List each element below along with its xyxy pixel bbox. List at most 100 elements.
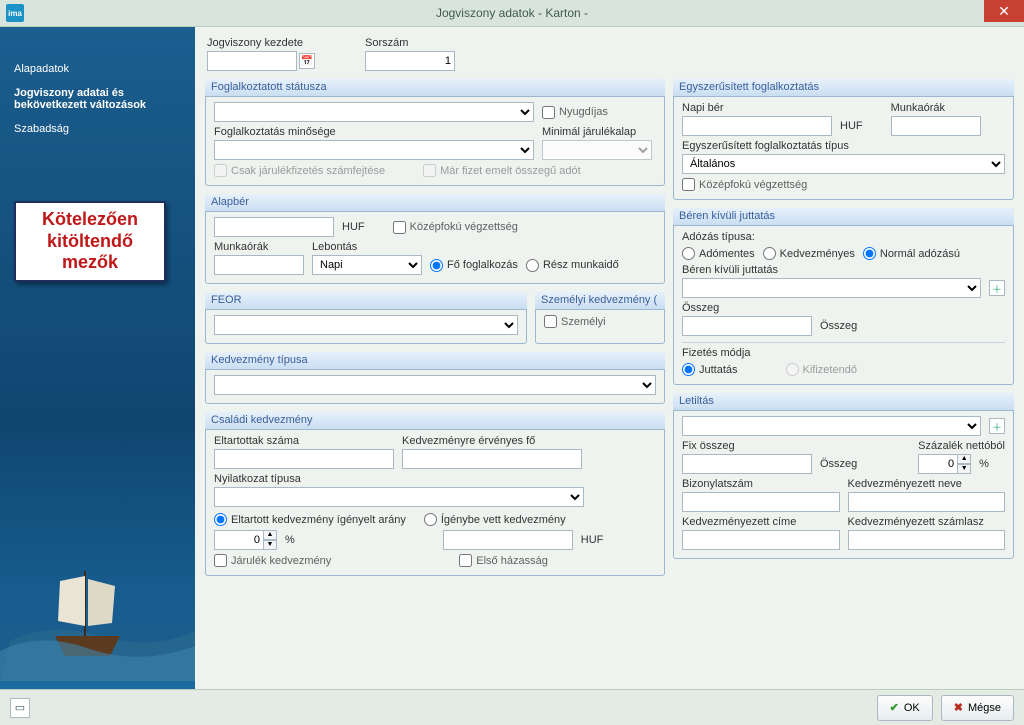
chk-label: Járulék kedvezmény	[231, 555, 331, 567]
label-kedv-neve: Kedvezményezett neve	[848, 478, 1006, 490]
radio-label: Rész munkaidő	[543, 259, 619, 271]
group-szemelyi-kedvezmeny: Személyi kedvezmény ( Személyi	[535, 292, 665, 344]
select-nyil-tipus[interactable]	[214, 487, 584, 507]
chk-label: Már fizet emelt összegű adót	[440, 165, 581, 177]
input-alapber[interactable]	[214, 217, 334, 237]
select-egysz-tipus[interactable]: Általános	[682, 154, 1005, 174]
group-title: Foglalkoztatott státusza	[205, 79, 665, 97]
cancel-icon: ✖	[954, 701, 963, 714]
label-fix-osszeg: Fix összeg	[682, 440, 857, 452]
chk-nyugdijas[interactable]	[542, 106, 555, 119]
label-egysz-tipus: Egyszerűsített foglalkoztatás típus	[682, 140, 1005, 152]
radio-adomentes[interactable]	[682, 247, 695, 260]
cancel-button[interactable]: ✖Mégse	[941, 695, 1014, 721]
radio-fo-foglalkozas[interactable]	[430, 259, 443, 272]
main-panel: Jogviszony kezdete 📅 Sorszám Foglalkozta…	[195, 27, 1024, 689]
label-kedv-cime: Kedvezményezett címe	[682, 516, 840, 528]
label-munkaorak: Munkaórák	[214, 241, 304, 253]
chk-szemelyi[interactable]	[544, 315, 557, 328]
add-icon[interactable]: ＋	[989, 280, 1005, 296]
label-adozas-tipusa: Adózás típusa:	[682, 231, 755, 243]
unit-osszeg: Összeg	[820, 320, 857, 332]
input-igeny-huf[interactable]	[443, 530, 573, 550]
group-feor: FEOR	[205, 292, 527, 344]
chk-mar-fizet[interactable]	[423, 164, 436, 177]
select-fog-minoseg[interactable]	[214, 140, 534, 160]
group-title: Letiltás	[673, 393, 1014, 411]
select-letiltas[interactable]	[682, 416, 981, 436]
add-icon[interactable]: ＋	[989, 418, 1005, 434]
sidebar-item-szabadsag[interactable]: Szabadság	[12, 117, 183, 141]
input-kedv-szamla[interactable]	[848, 530, 1006, 550]
radio-normal-adozasu[interactable]	[863, 247, 876, 260]
close-icon: ✕	[998, 3, 1010, 20]
select-lebontas[interactable]: Napi	[312, 255, 422, 275]
group-title: Egyszerűsített foglalkoztatás	[673, 79, 1014, 97]
select-kedv-tipus[interactable]	[214, 375, 656, 395]
input-kedv-cime[interactable]	[682, 530, 840, 550]
chk-label: Első házasság	[476, 555, 548, 567]
ok-button[interactable]: ✔OK	[877, 695, 933, 721]
radio-label: Ígénybe vett kedvezmény	[441, 514, 566, 526]
group-title: FEOR	[205, 292, 527, 310]
label-beren-juttatas: Béren kívüli juttatás	[682, 264, 1005, 276]
input-osszeg[interactable]	[682, 316, 812, 336]
input-napi-ber[interactable]	[682, 116, 832, 136]
app-icon: ima	[6, 4, 24, 22]
group-title: Személyi kedvezmény (	[535, 292, 665, 310]
label-eltartottak: Eltartottak száma	[214, 435, 394, 447]
input-jogviszony-kezdete[interactable]	[207, 51, 297, 71]
input-sorszam[interactable]	[365, 51, 455, 71]
input-eltartottak[interactable]	[214, 449, 394, 469]
spin-up[interactable]: ▲	[957, 454, 971, 464]
callout-mandatory-fields: Kötelezően kitöltendő mezők	[14, 201, 166, 282]
select-min-jarulek[interactable]	[542, 140, 652, 160]
callout-line: mezők	[20, 252, 160, 274]
select-statusz[interactable]	[214, 102, 534, 122]
input-munkaorak[interactable]	[214, 255, 304, 275]
chk-jarulek-kedv[interactable]	[214, 554, 227, 567]
select-juttatas[interactable]	[682, 278, 981, 298]
unit-osszeg: Összeg	[820, 458, 857, 470]
calendar-icon[interactable]: 📅	[299, 53, 315, 69]
label-min-jarulek: Minimál járulékalap	[542, 126, 652, 138]
help-icon[interactable]: ▭	[10, 698, 30, 718]
chk-csak-jarulek[interactable]	[214, 164, 227, 177]
radio-resz-munkaido[interactable]	[526, 259, 539, 272]
select-feor[interactable]	[214, 315, 518, 335]
input-fix-osszeg[interactable]	[682, 454, 812, 474]
group-title: Családi kedvezmény	[205, 412, 665, 430]
percent-sign: %	[285, 534, 295, 546]
spin-up[interactable]: ▲	[263, 530, 277, 540]
radio-kedvezmenyes[interactable]	[763, 247, 776, 260]
sidebar-item-jogviszony[interactable]: Jogviszony adatai és bekövetkezett válto…	[12, 81, 183, 117]
input-szazalek[interactable]	[918, 454, 958, 474]
sidebar-item-alapadatok[interactable]: Alapadatok	[12, 57, 183, 81]
radio-igeny-vett[interactable]	[424, 513, 437, 526]
input-munkaorak-egysz[interactable]	[891, 116, 981, 136]
label-kedv-szamla: Kedvezményezett számlasz	[848, 516, 1006, 528]
radio-kifizetendo[interactable]	[786, 363, 799, 376]
chk-label: Középfokú végzettség	[699, 179, 807, 191]
input-bizonylat[interactable]	[682, 492, 840, 512]
chk-kozepfoku[interactable]	[393, 221, 406, 234]
close-button[interactable]: ✕	[984, 0, 1024, 22]
radio-label: Fő foglalkozás	[447, 259, 518, 271]
sidebar-decor-image	[0, 531, 195, 681]
label-lebontas: Lebontás	[312, 241, 422, 253]
percent-sign: %	[979, 458, 989, 470]
spin-down[interactable]: ▼	[263, 540, 277, 550]
chk-elso-hazassag[interactable]	[459, 554, 472, 567]
label-napi-ber: Napi bér	[682, 102, 863, 114]
group-egyszerusitett: Egyszerűsített foglalkoztatás Napi bér H…	[673, 79, 1014, 200]
radio-juttatas[interactable]	[682, 363, 695, 376]
input-percent[interactable]	[214, 530, 264, 550]
label-jogviszony-kezdete: Jogviszony kezdete	[207, 37, 315, 49]
spin-down[interactable]: ▼	[957, 464, 971, 474]
chk-kozepfoku-egysz[interactable]	[682, 178, 695, 191]
chk-label: Csak járulékfizetés számfejtése	[231, 165, 385, 177]
button-label: OK	[904, 702, 920, 714]
radio-elt-igenyelt[interactable]	[214, 513, 227, 526]
input-kedv-fo[interactable]	[402, 449, 582, 469]
input-kedv-neve[interactable]	[848, 492, 1006, 512]
